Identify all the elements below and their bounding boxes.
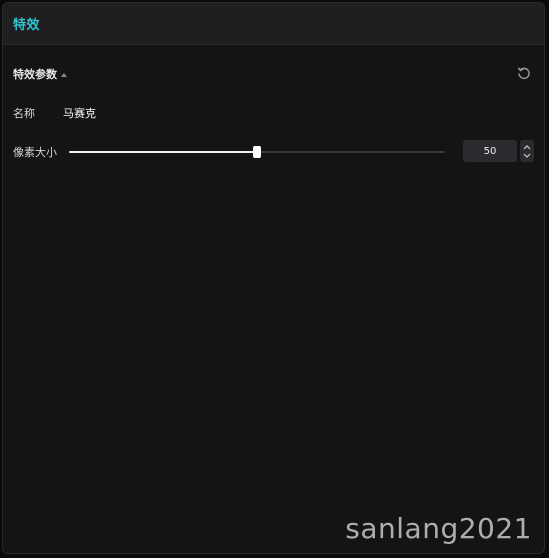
pixel-size-slider[interactable] xyxy=(69,143,445,161)
chevron-up-icon[interactable] xyxy=(523,144,531,150)
effect-name-value: 马赛克 xyxy=(63,107,96,120)
reset-icon[interactable] xyxy=(516,65,532,81)
slider-thumb[interactable] xyxy=(253,146,261,158)
name-label: 名称 xyxy=(13,107,35,120)
section-title: 特效参数 xyxy=(13,68,57,81)
panel-header: 特效 xyxy=(3,3,544,45)
name-row: 名称 马赛克 xyxy=(13,103,534,123)
pixel-size-input[interactable]: 50 xyxy=(463,140,517,162)
effects-panel: 特效 特效参数 名称 马赛克 像素大小 50 sanlang2021 xyxy=(2,2,545,554)
chevron-down-icon[interactable] xyxy=(523,153,531,158)
watermark-text: sanlang2021 xyxy=(345,512,532,545)
pixel-size-label: 像素大小 xyxy=(13,146,57,159)
pixel-size-stepper[interactable] xyxy=(520,140,534,162)
pixel-size-value: 50 xyxy=(483,145,497,157)
caret-up-icon[interactable] xyxy=(61,72,67,77)
effect-params-section-header[interactable]: 特效参数 xyxy=(13,65,534,83)
panel-title: 特效 xyxy=(13,18,41,33)
slider-fill xyxy=(69,151,257,153)
pixel-size-row: 像素大小 50 xyxy=(13,140,534,164)
